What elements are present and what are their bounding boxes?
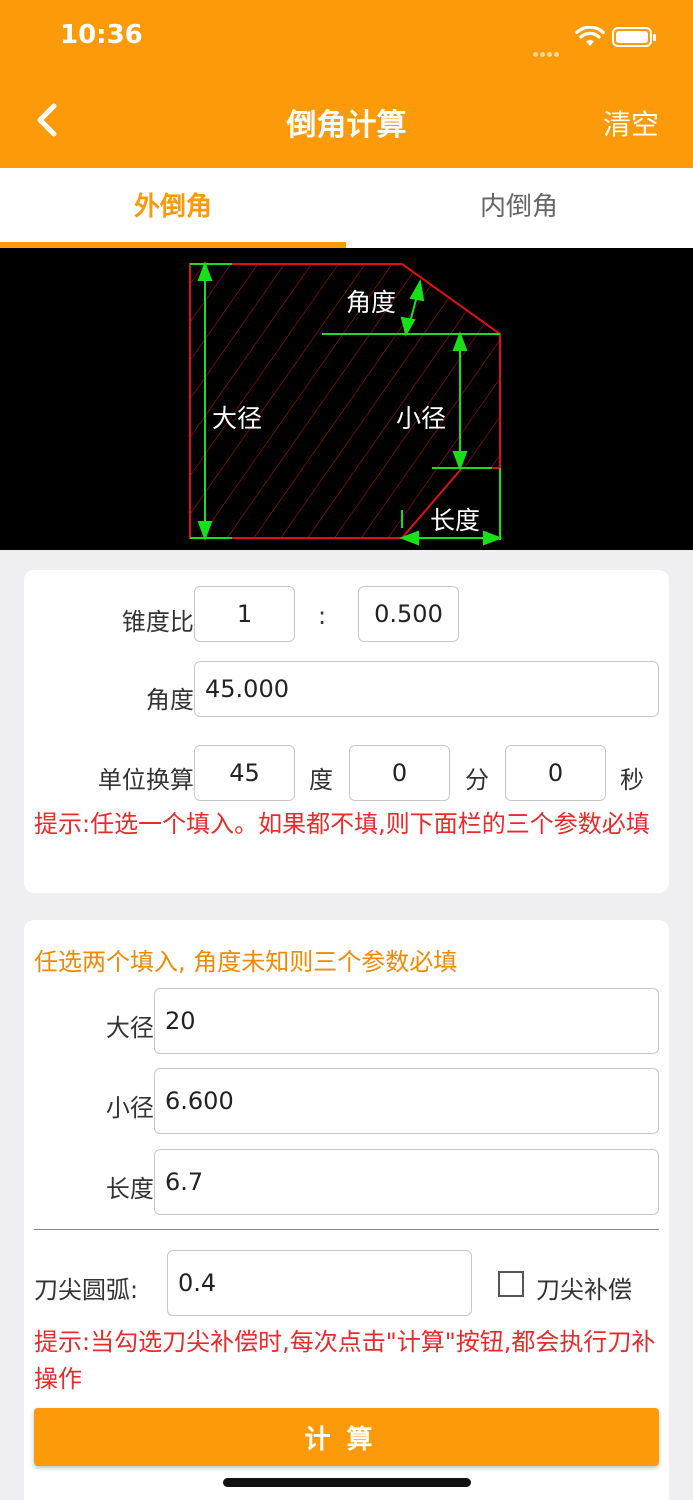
taper-ratio-left-input[interactable]: 1 (194, 586, 295, 642)
dimensions-hint: 任选两个填入, 角度未知则三个参数必填 (34, 948, 458, 976)
length-label: 长度: (105, 1175, 162, 1203)
major-diameter-input[interactable]: 20 (154, 988, 659, 1054)
taper-ratio-separator: : (318, 602, 327, 630)
tip-compensation-hint: 提示:当勾选刀尖补偿时,每次点击"计算"按钮,都会执行刀补操作 (34, 1328, 656, 1393)
diagram-label-major-diameter: 大径 (212, 404, 263, 433)
app-header: 10:36 倒角计算 清空 (0, 0, 693, 168)
minutes-unit: 分 (465, 766, 489, 794)
major-diameter-label: 大径: (105, 1014, 162, 1042)
diagram-label-angle: 角度 (346, 288, 397, 317)
minor-diameter-input[interactable]: 6.600 (154, 1068, 659, 1134)
diagram-label-minor-diameter: 小径 (396, 404, 447, 433)
tab-outer-chamfer[interactable]: 外倒角 (0, 168, 346, 248)
degrees-input[interactable]: 45 (194, 745, 295, 801)
chamfer-diagram: 角度 大径 小径 长度 (0, 248, 693, 550)
cellular-signal-icon (533, 42, 567, 57)
unit-conversion-label: 单位换算: (97, 766, 202, 794)
wifi-icon (575, 26, 605, 46)
taper-angle-card: 锥度比: 1 : 0.500 角度: 45.000 单位换算: 45 度 0 分… (24, 570, 669, 893)
calculate-button[interactable]: 计算 (34, 1408, 659, 1466)
angle-input[interactable]: 45.000 (194, 661, 659, 717)
taper-ratio-label: 锥度比: (121, 608, 202, 636)
battery-icon (612, 27, 656, 47)
page-title: 倒角计算 (286, 108, 407, 143)
degrees-unit: 度 (309, 766, 333, 794)
status-time: 10:36 (60, 20, 143, 50)
length-input[interactable]: 6.7 (154, 1149, 659, 1215)
home-indicator (223, 1478, 471, 1487)
tip-compensation-checkbox[interactable] (498, 1271, 524, 1297)
minor-diameter-label: 小径: (105, 1094, 162, 1122)
seconds-input[interactable]: 0 (505, 745, 606, 801)
tip-radius-label: 刀尖圆弧: (34, 1276, 139, 1304)
diagram-label-length: 长度 (430, 506, 481, 535)
tab-inner-chamfer[interactable]: 内倒角 (346, 168, 692, 248)
tip-compensation-label[interactable]: 刀尖补偿 (536, 1270, 632, 1305)
tip-radius-input[interactable]: 0.4 (167, 1250, 472, 1316)
clear-button[interactable]: 清空 (603, 103, 659, 143)
dimensions-card: 任选两个填入, 角度未知则三个参数必填 大径: 20 小径: 6.600 长度:… (24, 920, 669, 1500)
taper-ratio-right-input[interactable]: 0.500 (358, 586, 459, 642)
taper-hint: 提示:任选一个填入。如果都不填,则下面栏的三个参数必填 (34, 810, 650, 838)
angle-label: 角度: (145, 686, 202, 714)
section-divider (34, 1229, 659, 1230)
minutes-input[interactable]: 0 (349, 745, 450, 801)
tab-bar: 外倒角 内倒角 (0, 168, 693, 248)
seconds-unit: 秒 (620, 766, 644, 794)
